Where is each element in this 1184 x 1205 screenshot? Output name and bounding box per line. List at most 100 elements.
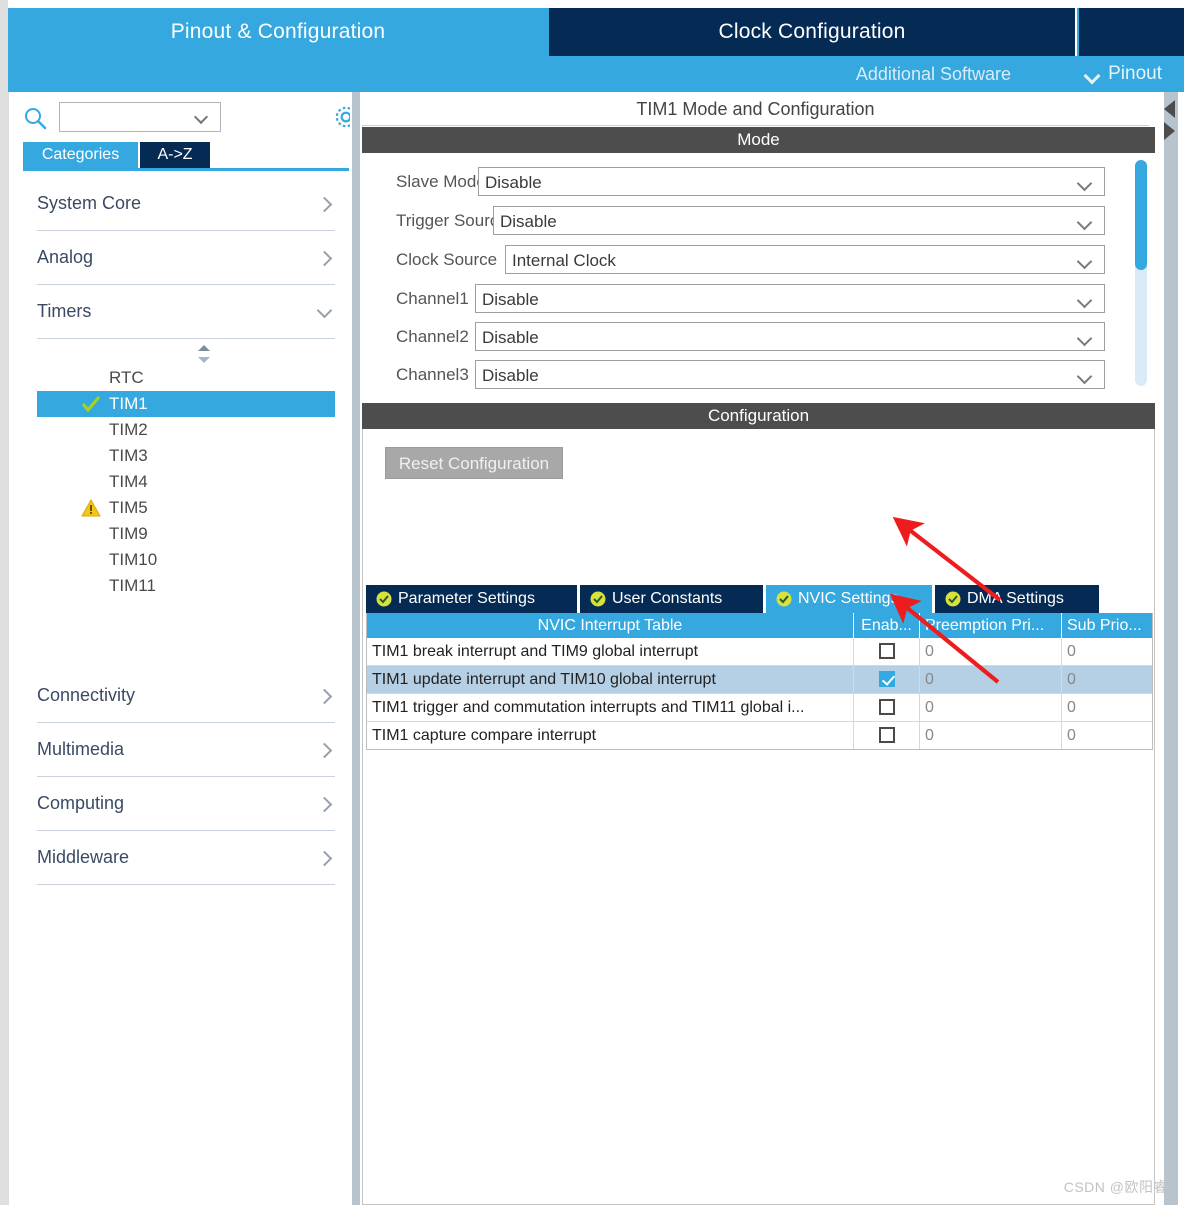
list-item[interactable]: TIM4	[37, 469, 335, 495]
table-row[interactable]: TIM1 trigger and commutation interrupts …	[367, 694, 1152, 722]
sub-priority[interactable]: 0	[1062, 722, 1152, 749]
secondary-bar: Additional Software Pinout	[8, 56, 1184, 92]
preemption-priority[interactable]: 0	[920, 638, 1062, 665]
additional-software-label[interactable]: Additional Software	[856, 56, 1011, 92]
table-row[interactable]: TIM1 break interrupt and TIM9 global int…	[367, 638, 1152, 666]
check-circle-icon	[945, 591, 961, 607]
pinout-dropdown[interactable]: Pinout	[1086, 56, 1162, 92]
tab-dma-settings[interactable]: DMA Settings	[935, 585, 1099, 613]
peripheral-label: TIM11	[109, 576, 156, 595]
enable-cell[interactable]	[854, 722, 920, 749]
sidebar-item-computing[interactable]: Computing	[37, 777, 335, 831]
sidebar-item-label: Connectivity	[37, 685, 136, 705]
scrollbar-track	[1164, 92, 1178, 1205]
peripheral-sorter[interactable]	[23, 341, 349, 365]
chevron-down-icon	[196, 112, 208, 119]
tab-a-to-z[interactable]: A->Z	[140, 142, 210, 168]
chevron-down-icon	[1079, 371, 1092, 379]
cubemx-window: Pinout & Configuration Clock Configurati…	[0, 0, 1184, 1205]
chevron-down-icon	[1079, 178, 1092, 186]
chevron-right-icon	[317, 743, 331, 757]
sidebar-item-timers[interactable]: Timers	[37, 285, 335, 339]
preemption-priority[interactable]: 0	[920, 722, 1062, 749]
sidebar-item-label: System Core	[37, 193, 142, 213]
list-item[interactable]: TIM2	[37, 417, 335, 443]
configuration-section-header: Configuration	[362, 403, 1155, 429]
preemption-priority[interactable]: 0	[920, 666, 1062, 693]
slave-mode-select[interactable]: Disable	[478, 167, 1105, 196]
list-item[interactable]: TIM5	[37, 495, 335, 521]
reset-configuration-button[interactable]: Reset Configuration	[385, 447, 563, 479]
enable-checkbox[interactable]	[878, 670, 895, 687]
panel-splitter[interactable]	[350, 92, 362, 1205]
mode-section-header: Mode	[362, 127, 1155, 153]
sub-priority[interactable]: 0	[1062, 694, 1152, 721]
check-circle-icon	[590, 591, 606, 607]
clock-source-select[interactable]: Internal Clock	[505, 245, 1105, 274]
preemption-priority[interactable]: 0	[920, 694, 1062, 721]
enable-cell[interactable]	[854, 694, 920, 721]
chevron-right-icon	[317, 197, 331, 211]
panel-scrollbar[interactable]	[1155, 92, 1184, 1205]
left-gutter	[0, 0, 8, 1205]
tab-label: NVIC Settings	[798, 590, 899, 607]
field-label: Clock Source	[396, 250, 498, 269]
mode-scrollbar[interactable]	[1134, 160, 1148, 386]
interrupt-name: TIM1 update interrupt and TIM10 global i…	[367, 666, 854, 693]
sub-priority[interactable]: 0	[1062, 638, 1152, 665]
list-item[interactable]: TIM3	[37, 443, 335, 469]
pinout-label: Pinout	[1108, 63, 1162, 84]
tab-clock-configuration[interactable]: Clock Configuration	[549, 8, 1077, 56]
enable-checkbox[interactable]	[878, 726, 895, 743]
enable-cell[interactable]	[854, 666, 920, 693]
list-item[interactable]: TIM9	[37, 521, 335, 547]
column-header-preemption[interactable]: Preemption Pri...	[920, 613, 1062, 638]
configuration-tabs: Parameter Settings User Constants NVIC S…	[366, 585, 1153, 613]
tab-categories[interactable]: Categories	[23, 142, 138, 168]
sidebar-item-connectivity[interactable]: Connectivity	[37, 669, 335, 723]
sidebar-item-label: Middleware	[37, 847, 130, 867]
peripheral-label: TIM5	[109, 498, 148, 517]
sidebar-item-middleware[interactable]: Middleware	[37, 831, 335, 885]
table-row[interactable]: TIM1 capture compare interrupt 0 0	[367, 722, 1152, 749]
trigger-source-select[interactable]: Disable	[493, 206, 1105, 235]
expand-right-icon[interactable]	[1164, 122, 1175, 140]
list-item[interactable]: RTC	[37, 365, 335, 391]
tab-parameter-settings[interactable]: Parameter Settings	[366, 585, 577, 613]
scrollbar-thumb[interactable]	[1135, 160, 1147, 270]
nvic-interrupt-table: NVIC Interrupt Table Enab... Preemption …	[366, 613, 1153, 750]
field-value: Disable	[482, 290, 539, 309]
list-item[interactable]: TIM10	[37, 547, 335, 573]
channel3-select[interactable]: Disable	[475, 360, 1105, 389]
tab-extra[interactable]	[1079, 8, 1184, 56]
tab-user-constants[interactable]: User Constants	[580, 585, 763, 613]
sidebar-item-analog[interactable]: Analog	[37, 231, 335, 285]
field-channel3: Channel3 Disable	[362, 360, 1107, 390]
enable-checkbox[interactable]	[878, 698, 895, 715]
main-panel: TIM1 Mode and Configuration Mode Slave M…	[362, 92, 1184, 1205]
chevron-down-icon	[1079, 295, 1092, 303]
table-row[interactable]: TIM1 update interrupt and TIM10 global i…	[367, 666, 1152, 694]
check-circle-icon	[376, 591, 392, 607]
channel2-select[interactable]: Disable	[475, 322, 1105, 351]
sidebar-item-label: Multimedia	[37, 739, 125, 759]
enable-cell[interactable]	[854, 638, 920, 665]
column-header-name[interactable]: NVIC Interrupt Table	[367, 613, 854, 638]
list-item[interactable]: TIM11	[37, 573, 335, 599]
category-list: System Core Analog Timers RTC TIM1 TIM2 …	[23, 177, 349, 885]
channel1-select[interactable]: Disable	[475, 284, 1105, 313]
sub-priority[interactable]: 0	[1062, 666, 1152, 693]
search-input[interactable]	[59, 102, 221, 132]
sidebar-tabs-underline	[23, 168, 349, 171]
enable-checkbox[interactable]	[878, 642, 895, 659]
sidebar-item-system-core[interactable]: System Core	[37, 177, 335, 231]
list-item[interactable]: TIM1	[37, 391, 335, 417]
chevron-down-icon	[317, 305, 331, 319]
tab-nvic-settings[interactable]: NVIC Settings	[766, 585, 932, 613]
tab-pinout-configuration[interactable]: Pinout & Configuration	[8, 8, 548, 56]
collapse-left-icon[interactable]	[1164, 100, 1175, 118]
column-header-sub[interactable]: Sub Prio...	[1062, 613, 1152, 638]
column-header-enabled[interactable]: Enab...	[854, 613, 920, 638]
sidebar-item-multimedia[interactable]: Multimedia	[37, 723, 335, 777]
field-value: Disable	[485, 173, 542, 192]
